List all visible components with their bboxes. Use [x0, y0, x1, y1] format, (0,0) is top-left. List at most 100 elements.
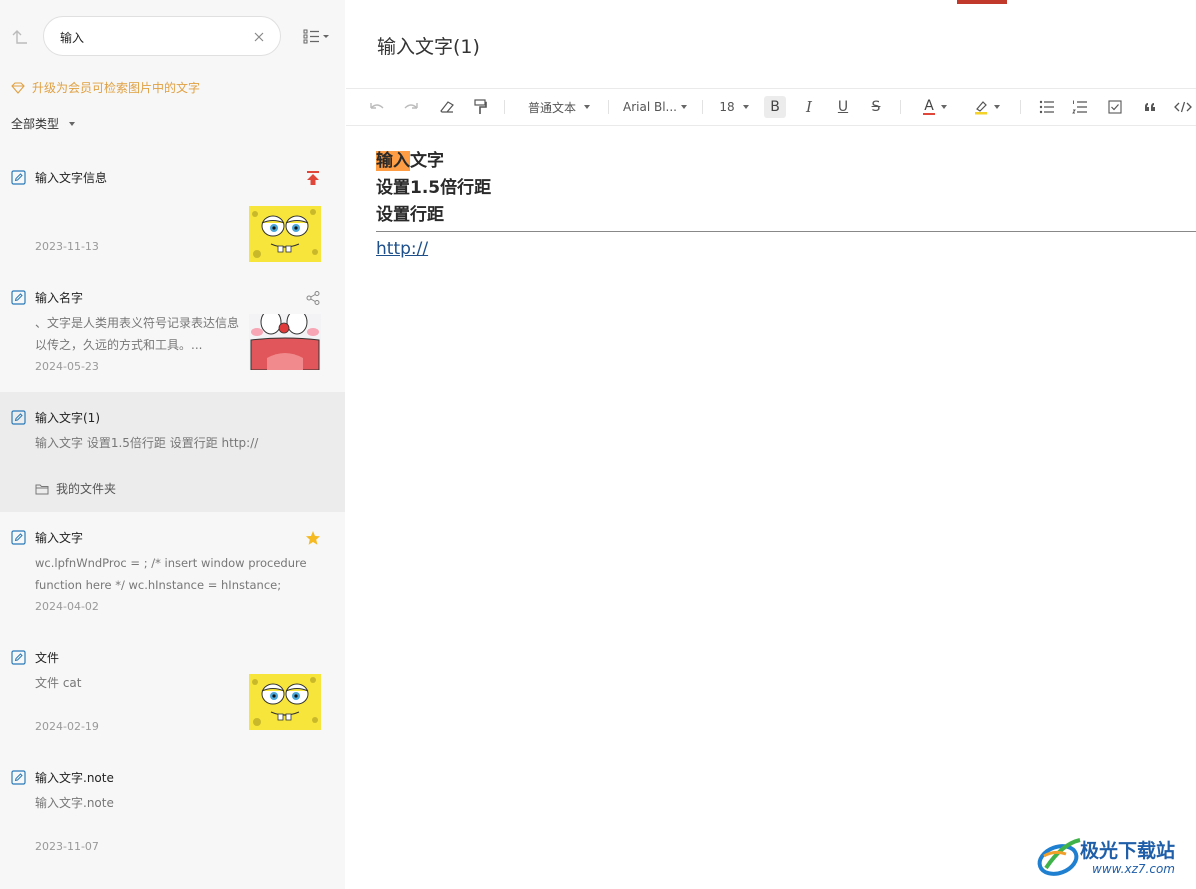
editor-toolbar: 普通文本 Arial Bl... 18 B I U S A: [346, 88, 1196, 126]
eraser-icon[interactable]: [436, 89, 458, 125]
note-item[interactable]: 输入文字 wc.lpfnWndProc = ; /* insert window…: [0, 520, 345, 640]
underline-button[interactable]: U: [832, 89, 854, 125]
search-highlight: 输入: [376, 151, 410, 171]
note-item[interactable]: 输入文字(1) 输入文字 设置1.5倍行距 设置行距 http:// 我的文件夹: [0, 392, 345, 512]
folder-name: 我的文件夹: [56, 482, 117, 496]
note-snippet: 文件 cat: [35, 676, 82, 690]
type-filter-label: 全部类型: [11, 117, 60, 131]
note-date: 2023-11-13: [35, 240, 99, 253]
highlighter-icon: [975, 101, 987, 115]
note-item[interactable]: 文件 文件 cat 2024-02-19: [0, 640, 345, 760]
search-input[interactable]: [60, 27, 250, 47]
quote-icon[interactable]: [1139, 89, 1161, 125]
clear-search-icon[interactable]: [252, 29, 266, 43]
content-line-2[interactable]: 设置1.5倍行距: [376, 175, 1196, 202]
note-title: 输入文字(1): [35, 411, 100, 425]
list-view-toggle-button[interactable]: [303, 28, 331, 44]
numbered-list-icon[interactable]: [1069, 89, 1091, 125]
note-title: 输入文字: [35, 531, 84, 545]
chevron-down-icon: [69, 121, 76, 126]
content-line-1-rest: 文字: [410, 151, 444, 171]
note-item[interactable]: 输入文字信息 2023-11-13: [0, 160, 345, 280]
note-item[interactable]: 输入文字.note 输入文字.note 2023-11-07: [0, 760, 345, 880]
site-watermark: 极光下载站 www.xz7.com: [1036, 832, 1190, 882]
note-snippet: 输入文字.note: [35, 796, 114, 810]
note-date: 2024-04-02: [35, 600, 99, 613]
note-snippet: 输入文字 设置1.5倍行距 设置行距 http://: [35, 436, 259, 450]
checklist-icon[interactable]: [1104, 89, 1126, 125]
font-size-value: 18: [719, 100, 735, 114]
font-color-label: A: [924, 98, 934, 114]
toolbar-divider: [702, 100, 703, 114]
note-date: 2024-05-23: [35, 360, 99, 373]
document-title[interactable]: 输入文字(1): [377, 32, 480, 59]
undo-icon[interactable]: [366, 89, 388, 125]
note-icon: [11, 530, 26, 545]
note-icon: [11, 290, 26, 305]
top-window-marker: [957, 0, 1007, 4]
content-line-3[interactable]: 设置行距: [376, 202, 1196, 229]
note-date: 2023-11-07: [35, 840, 99, 853]
watermark-text: 极光下载站: [1080, 840, 1176, 862]
folder-icon: [35, 484, 49, 494]
toolbar-divider: [608, 100, 609, 114]
note-snippet: 、文字是人类用表义符号记录表达信息以传之，久远的方式和工具。...: [35, 316, 240, 352]
content-line-1[interactable]: 输入文字: [376, 148, 1196, 175]
note-icon: [11, 170, 26, 185]
back-up-icon[interactable]: [10, 27, 30, 47]
editor-content[interactable]: 输入文字 设置1.5倍行距 设置行距 http://: [376, 148, 1196, 260]
strikethrough-button[interactable]: S: [865, 89, 887, 125]
strikethrough-label: S: [871, 99, 881, 115]
note-folder[interactable]: 我的文件夹: [35, 480, 116, 497]
font-family-value: Arial Bl...: [623, 100, 677, 114]
bullet-list-icon[interactable]: [1036, 89, 1058, 125]
underline-label: U: [837, 99, 849, 115]
toolbar-divider: [1020, 100, 1021, 114]
chevron-down-icon: [584, 105, 590, 109]
spongebob-thumbnail: [249, 206, 321, 262]
toolbar-divider: [504, 100, 505, 114]
italic-button[interactable]: I: [798, 89, 820, 125]
italic-label: I: [806, 98, 812, 116]
redo-icon[interactable]: [400, 89, 422, 125]
paragraph-style-value: 普通文本: [527, 100, 576, 115]
note-date: 2024-02-19: [35, 720, 99, 733]
chevron-down-icon: [994, 105, 1000, 109]
bold-button[interactable]: B: [764, 96, 786, 118]
spongebob-thumbnail: [249, 674, 321, 730]
share-icon[interactable]: [305, 290, 321, 306]
type-filter-dropdown[interactable]: 全部类型: [11, 115, 76, 132]
watermark-url: www.xz7.com: [1092, 862, 1175, 876]
chevron-down-icon: [681, 105, 687, 109]
pin-top-icon[interactable]: [305, 170, 321, 186]
diamond-icon: [11, 81, 25, 94]
note-snippet: wc.lpfnWndProc = ; /* insert window proc…: [35, 556, 307, 592]
note-item[interactable]: 输入名字 、文字是人类用表义符号记录表达信息以传之，久远的方式和工具。... 2…: [0, 280, 345, 400]
search-box[interactable]: [43, 16, 281, 56]
note-title: 文件: [35, 651, 60, 665]
bold-label: B: [770, 99, 780, 115]
note-title: 输入文字.note: [35, 771, 114, 785]
chevron-down-icon: [742, 105, 749, 109]
font-color-dropdown[interactable]: A: [918, 89, 952, 125]
upgrade-text[interactable]: 升级为会员可检索图片中的文字: [32, 79, 200, 96]
star-icon[interactable]: [305, 530, 321, 546]
note-icon: [11, 770, 26, 785]
horizontal-rule: [376, 231, 1196, 232]
content-link[interactable]: http://: [376, 238, 1196, 260]
note-title: 输入文字信息: [35, 171, 108, 185]
font-size-dropdown[interactable]: 18: [718, 89, 750, 125]
paragraph-style-dropdown[interactable]: 普通文本: [524, 89, 594, 125]
font-family-dropdown[interactable]: Arial Bl...: [622, 89, 688, 125]
format-painter-icon[interactable]: [469, 89, 491, 125]
font-color-icon: A: [923, 99, 935, 115]
code-icon[interactable]: [1172, 89, 1194, 125]
chevron-down-icon: [941, 105, 947, 109]
highlight-color-dropdown[interactable]: [970, 89, 1004, 125]
watermark-logo: [1037, 838, 1081, 876]
note-icon: [11, 410, 26, 425]
upgrade-banner[interactable]: 升级为会员可检索图片中的文字: [11, 79, 200, 96]
toolbar-divider: [900, 100, 901, 114]
note-icon: [11, 650, 26, 665]
note-title: 输入名字: [35, 291, 84, 305]
